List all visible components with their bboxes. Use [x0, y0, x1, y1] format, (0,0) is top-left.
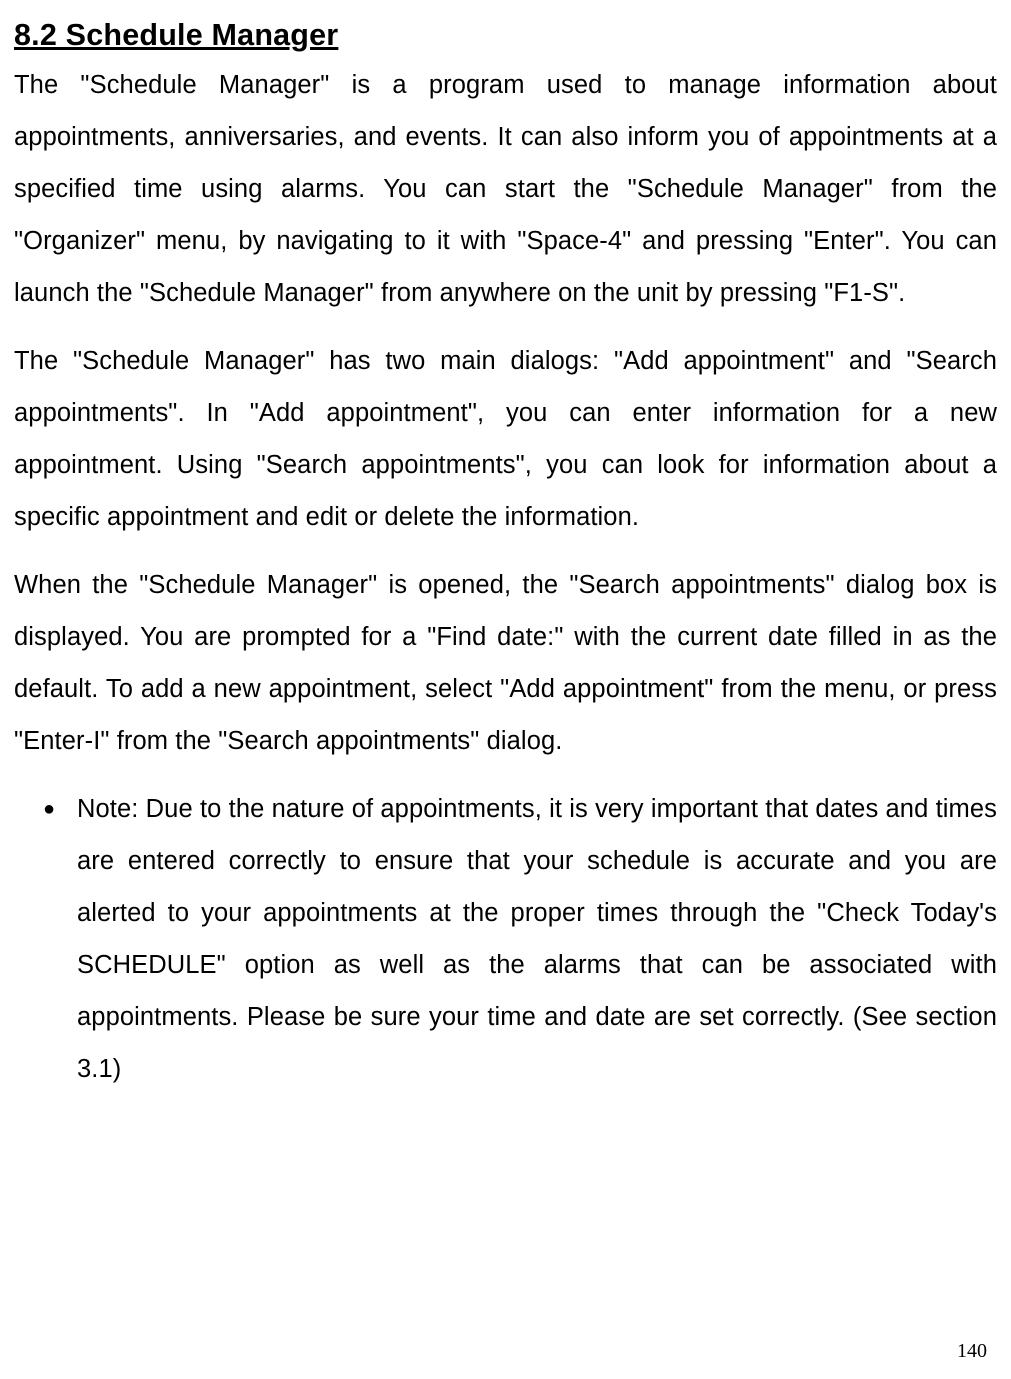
paragraph-dialogs: The "Schedule Manager" has two main dial… — [14, 335, 997, 543]
paragraph-open-behavior: When the "Schedule Manager" is opened, t… — [14, 559, 997, 767]
paragraph-intro: The "Schedule Manager" is a program used… — [14, 59, 997, 319]
page-number: 140 — [957, 1340, 987, 1363]
note-list: Note: Due to the nature of appointments,… — [14, 783, 997, 1095]
section-heading: 8.2 Schedule Manager — [14, 18, 997, 53]
note-list-item: Note: Due to the nature of appointments,… — [77, 783, 997, 1095]
